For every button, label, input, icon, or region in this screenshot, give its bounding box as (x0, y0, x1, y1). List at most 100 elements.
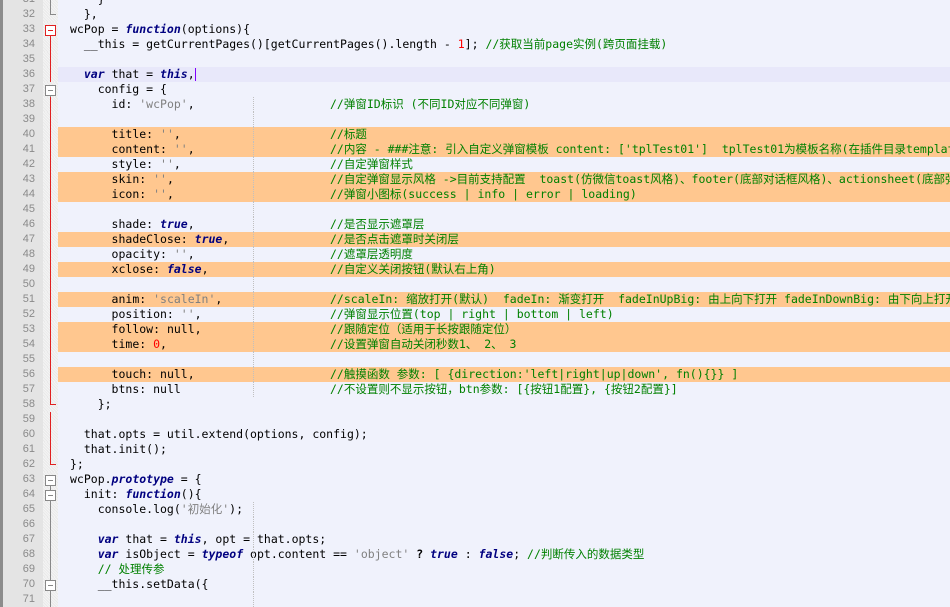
property-key: follow: (111, 322, 167, 336)
fold-collapse-icon[interactable] (45, 580, 56, 591)
code-plain: wcPop. (70, 472, 112, 486)
line-number: 63 (0, 472, 43, 487)
code-line[interactable]: 59 (0, 412, 950, 427)
code-line[interactable]: 58 }; (0, 397, 950, 412)
fold-collapse-icon[interactable] (45, 85, 56, 96)
comment: //自定义关闭按钮(默认右上角) (330, 262, 496, 276)
code-text: that.opts = util.extend(options, config)… (58, 427, 950, 442)
line-number: 46 (0, 217, 43, 232)
line-number: 49 (0, 262, 43, 277)
string-literal: 'scaleIn' (153, 292, 216, 306)
code-line[interactable]: 65 console.log('初始化'); (0, 502, 950, 517)
code-text: anim: 'scaleIn', //scaleIn: 缩放打开(默认) fade… (58, 292, 950, 307)
code-line[interactable]: 49 xclose: false, //自定义关闭按钮(默认右上角) (0, 262, 950, 277)
fold-margin (43, 412, 58, 427)
fold-collapse-icon[interactable] (45, 475, 56, 486)
keyword: true (160, 217, 188, 231)
code-line[interactable]: 50 (0, 277, 950, 292)
code-text: icon: '', //弹窗小图标(success | info | error … (58, 187, 950, 202)
code-editor[interactable]: 31 }32 },33wcPop = function(options){34 … (0, 0, 950, 607)
code-line[interactable]: 69 // 处理传参 (0, 562, 950, 577)
code-line[interactable]: 60 that.opts = util.extend(options, conf… (0, 427, 950, 442)
code-line[interactable]: 64 init: function(){ (0, 487, 950, 502)
code-line[interactable]: 48 opacity: '', //遮罩层透明度 (0, 247, 950, 262)
code-line[interactable]: 67 var that = this, opt = that.opts; (0, 532, 950, 547)
indent-guide (253, 277, 254, 292)
line-number: 51 (0, 292, 43, 307)
keyword: var (97, 532, 119, 546)
code-line[interactable]: 38 id: 'wcPop', //弹窗ID标识 (不同ID对应不同弹窗) (0, 97, 950, 112)
line-number: 35 (0, 52, 43, 67)
fold-collapse-icon[interactable] (45, 490, 56, 501)
indent-guide (253, 532, 254, 547)
indent-guide (253, 322, 254, 337)
code-line[interactable]: 53 follow: null, //跟随定位（适用于长按跟随定位） (0, 322, 950, 337)
code-line[interactable]: 31 } (0, 0, 950, 7)
line-number: 53 (0, 322, 43, 337)
code-line[interactable]: 57 btns: null //不设置则不显示按钮，btn参数: [{按钮1配置}… (0, 382, 950, 397)
code-line[interactable]: 32 }, (0, 7, 950, 22)
code-line[interactable]: 56 touch: null, //触摸函数 参数: [ {direction:'… (0, 367, 950, 382)
code-text: position: '', //弹窗显示位置(top | right | bott… (58, 307, 950, 322)
code-line[interactable]: 45 (0, 202, 950, 217)
line-number: 68 (0, 547, 43, 562)
code-plain: that = (104, 67, 161, 81)
comment: // 处理传参 (97, 562, 165, 576)
code-text: config = { (58, 82, 950, 97)
code-line[interactable]: 35 (0, 52, 950, 67)
code-line[interactable]: 68 var isObject = typeof opt.content == … (0, 547, 950, 562)
number-literal: 1 (457, 37, 465, 51)
code-plain: (options){ (180, 22, 251, 36)
code-line[interactable]: 47 shadeClose: true, //是否点击遮罩时关闭层 (0, 232, 950, 247)
comment: //获取当前page实例(跨页面挂载) (485, 37, 668, 51)
code-text: that.init(); (58, 442, 950, 457)
string-literal: '' (173, 142, 188, 156)
comment: //是否点击遮罩时关闭层 (330, 232, 459, 246)
code-line[interactable]: 34 __this = getCurrentPages()[getCurrent… (0, 37, 950, 52)
code-line[interactable]: 70 __this.setData({ (0, 577, 950, 592)
code-text: xclose: false, //自定义关闭按钮(默认右上角) (58, 262, 950, 277)
fold-margin (43, 472, 58, 487)
code-line[interactable]: 36 var that = this, (0, 67, 950, 82)
code-line[interactable]: 33 wcPop = function(options){ (0, 22, 950, 37)
line-number: 71 (0, 592, 43, 607)
code-text: var that = this, (58, 67, 950, 82)
code-line[interactable]: 39 (0, 112, 950, 127)
line-number: 38 (0, 97, 43, 112)
code-line[interactable]: 42 style: '', //自定弹窗样式 (0, 157, 950, 172)
code-line[interactable]: 55 (0, 352, 950, 367)
code-plain: }; (70, 397, 112, 411)
code-line[interactable]: 40 title: '', //标题 (0, 127, 950, 142)
code-line[interactable]: 66 (0, 517, 950, 532)
value: null (153, 382, 181, 396)
code-line[interactable]: 41 content: '', //内容 - ###注意: 引入自定义弹窗模板 c… (0, 142, 950, 157)
line-number: 55 (0, 352, 43, 367)
code-text: style: '', //自定弹窗样式 (58, 157, 950, 172)
code-line[interactable]: 54 time: 0, //设置弹窗自动关闭秒数1、 2、 3 (0, 337, 950, 352)
fold-margin (43, 577, 58, 592)
code-line[interactable]: 62}; (0, 457, 950, 472)
property-key: touch: (111, 367, 161, 381)
code-line[interactable]: 61 that.init(); (0, 442, 950, 457)
code-line[interactable]: 46 shade: true, //是否显示遮罩层 (0, 217, 950, 232)
code-plain (70, 67, 84, 81)
code-line[interactable]: 51 anim: 'scaleIn', //scaleIn: 缩放打开(默认) f… (0, 292, 950, 307)
code-line[interactable]: 43 skin: '', //自定弹窗显示风格 ->目前支持配置 toast(仿微… (0, 172, 950, 187)
property-key: position: (111, 307, 181, 321)
fold-collapse-icon[interactable] (45, 25, 56, 36)
code-line[interactable]: 37 config = { (0, 82, 950, 97)
code-line[interactable]: 63 wcPop.prototype = { (0, 472, 950, 487)
line-number: 36 (0, 67, 43, 82)
code-text: shade: true, //是否显示遮罩层 (58, 217, 950, 232)
line-number: 54 (0, 337, 43, 352)
indent-guide (253, 97, 254, 112)
code-line[interactable]: 52 position: '', //弹窗显示位置(top | right | b… (0, 307, 950, 322)
property-key: content: (111, 142, 174, 156)
code-line[interactable]: 44 icon: '', //弹窗小图标(success | info | err… (0, 187, 950, 202)
property-key: xclose: (111, 262, 167, 276)
fold-margin (43, 127, 58, 142)
keyword: this (160, 67, 188, 81)
code-line[interactable]: 71 (0, 592, 950, 607)
code-text: btns: null //不设置则不显示按钮，btn参数: [{按钮1配置}, {… (58, 382, 950, 397)
